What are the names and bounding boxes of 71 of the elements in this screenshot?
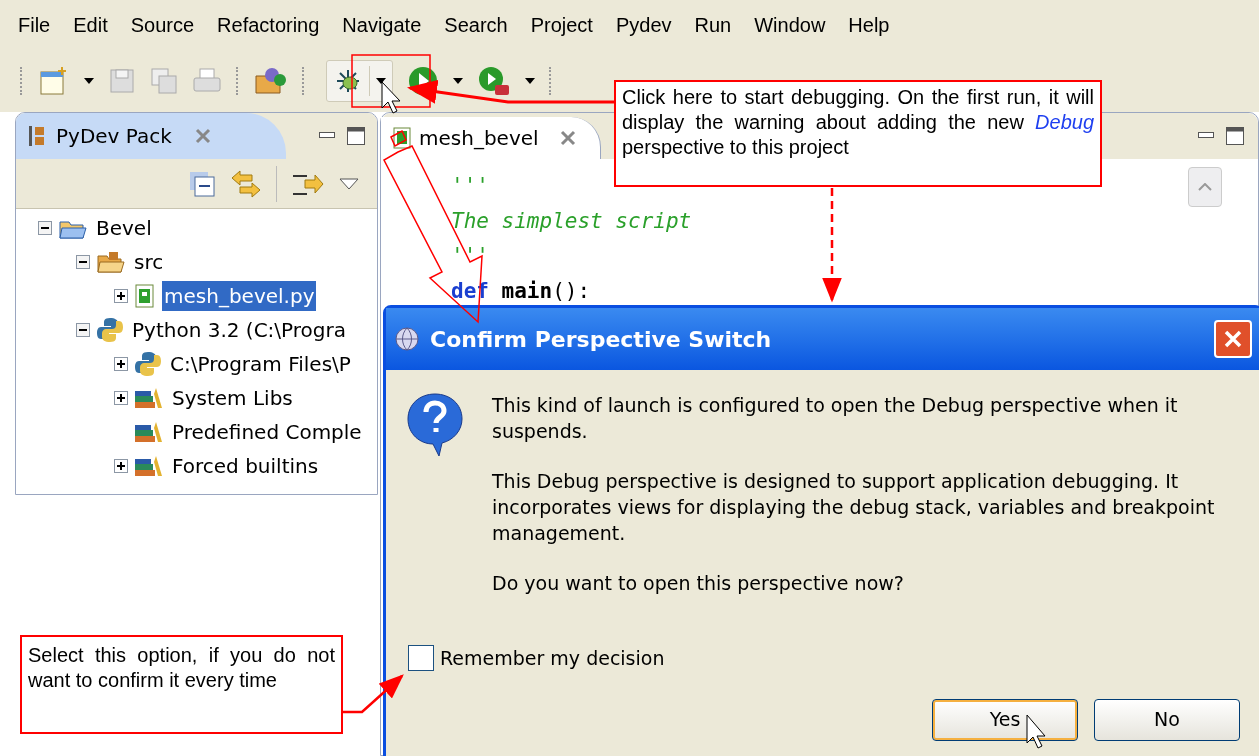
debug-button[interactable] — [326, 60, 393, 102]
collapse-icon[interactable] — [76, 255, 90, 269]
dialog-message: This kind of launch is configured to open the Debug perspective when it suspends. — [492, 393, 1179, 444]
python-icon — [134, 351, 162, 377]
close-icon — [1223, 329, 1243, 349]
tree-item[interactable]: mesh_bevel.py — [162, 281, 317, 311]
expand-icon[interactable] — [114, 289, 128, 303]
minimize-icon[interactable] — [319, 132, 335, 140]
callout: Click here to start debugging. On the first run, it will display the warning about adding the new Debug perspective to this project — [614, 80, 1102, 187]
expand-icon[interactable] — [114, 459, 128, 473]
books-icon — [134, 454, 164, 478]
caret-icon[interactable] — [84, 78, 94, 84]
menu-item[interactable]: Window — [754, 10, 826, 40]
pointer-arrow — [343, 674, 404, 714]
tree-item[interactable]: Forced builtins — [170, 451, 321, 481]
tree-item[interactable]: Predefined Comple — [170, 417, 364, 447]
maximize-icon[interactable] — [1226, 127, 1244, 145]
code-line: ''' — [451, 243, 490, 270]
view-tab[interactable]: PyDev Pack — [16, 113, 286, 159]
editor-tab[interactable]: mesh_bevel — [381, 117, 601, 159]
collapse-icon[interactable] — [76, 323, 90, 337]
folder-icon — [96, 250, 126, 274]
callout: Select this option, if you do not want to confirm it every time — [20, 635, 343, 734]
menu-item[interactable]: Run — [694, 10, 732, 40]
menu-item[interactable]: Pydev — [615, 10, 672, 40]
caret-icon[interactable] — [525, 78, 535, 84]
menu-item[interactable]: Search — [444, 10, 508, 40]
minimize-icon[interactable] — [1198, 132, 1214, 140]
file-icon — [134, 284, 156, 308]
tree-item[interactable]: Python 3.2 (C:\Progra — [130, 315, 348, 345]
collapse-icon[interactable] — [38, 221, 52, 235]
code-line: ''' — [451, 173, 490, 200]
close-icon[interactable] — [558, 129, 577, 147]
menu-item[interactable]: File — [18, 10, 51, 40]
dialog-button[interactable]: No — [1094, 698, 1240, 741]
menu-item[interactable]: Source — [130, 10, 195, 40]
tree-item[interactable]: Bevel — [94, 213, 154, 243]
menu-item[interactable]: Project — [530, 10, 593, 40]
mouse-cursor-icon — [1026, 714, 1046, 749]
collapse-all-icon[interactable] — [188, 169, 216, 198]
scroll-up-icon — [1198, 183, 1212, 191]
caret-icon[interactable] — [453, 78, 463, 84]
view-menu-icon[interactable] — [339, 177, 359, 190]
maximize-icon[interactable] — [347, 127, 365, 145]
globe-icon — [394, 326, 420, 352]
close-button[interactable] — [1214, 320, 1252, 358]
checkbox-label: Remember my decision — [440, 646, 665, 671]
open-project-icon[interactable] — [254, 66, 288, 96]
menu-item[interactable]: Refactoring — [217, 10, 320, 40]
dialog-title: Confirm Perspective Switch — [430, 325, 772, 354]
expand-icon[interactable] — [114, 357, 128, 371]
run-tool-icon[interactable] — [477, 65, 511, 97]
package-explorer-icon — [28, 125, 46, 147]
expand-icon[interactable] — [114, 391, 128, 405]
dialog-message: Do you want to open this perspective now? — [492, 571, 905, 596]
scrollbar[interactable] — [1188, 167, 1222, 207]
menu-item[interactable]: Help — [848, 10, 890, 40]
code-line: The simplest script — [451, 208, 693, 235]
python-icon — [96, 317, 124, 343]
checkbox[interactable] — [408, 645, 434, 672]
caret-icon[interactable] — [376, 78, 386, 84]
books-icon — [134, 420, 164, 444]
menu-item[interactable]: Navigate — [342, 10, 422, 40]
books-icon — [134, 386, 164, 410]
tree-item[interactable]: src — [132, 247, 166, 277]
menu-item[interactable]: Edit — [73, 10, 108, 40]
dialog-button[interactable]: Yes — [932, 698, 1078, 741]
tree-item[interactable]: System Libs — [170, 383, 295, 413]
tree-item[interactable]: C:\Program Files\P — [168, 349, 353, 379]
question-icon — [406, 392, 464, 458]
dialog-message: This Debug perspective is designed to support application debugging. It incorporates views for displaying the debug stack, variables and breakpoint management. — [492, 469, 1216, 546]
